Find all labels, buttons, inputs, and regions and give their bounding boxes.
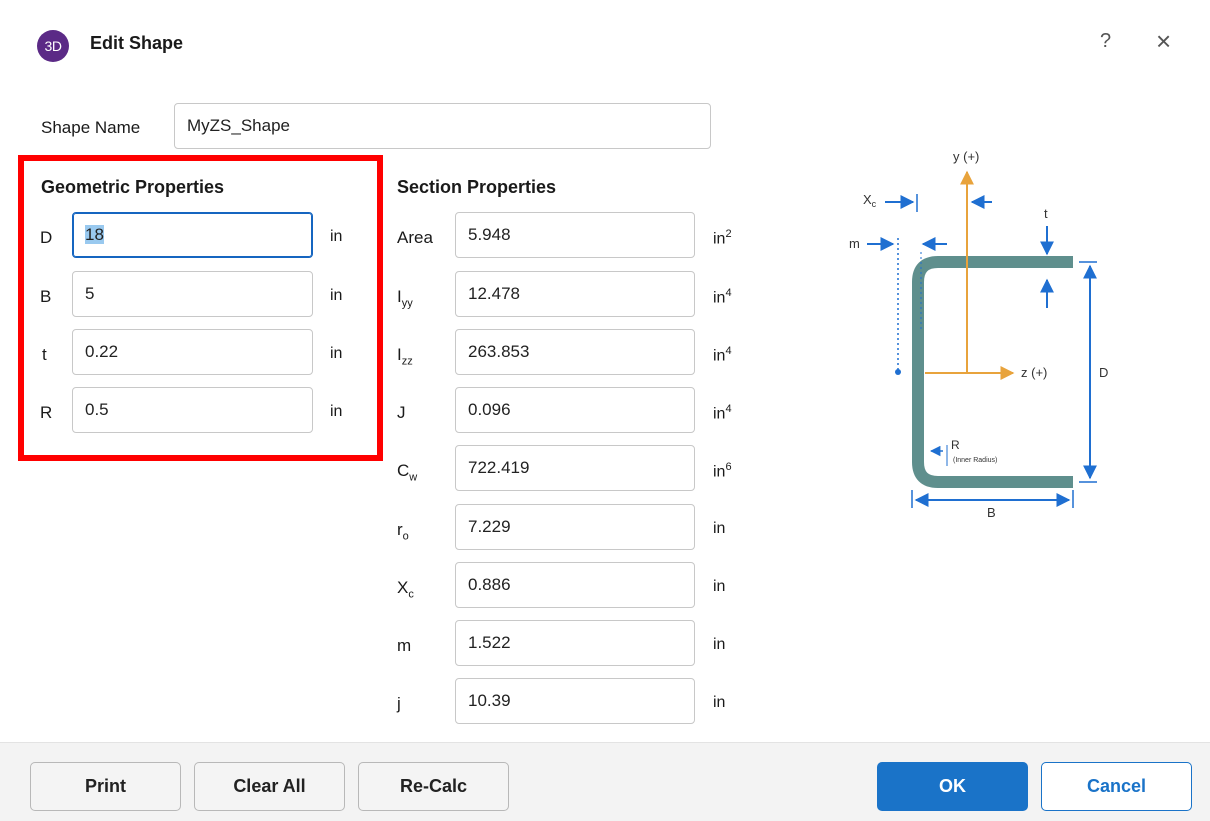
section-properties-title: Section Properties [397,177,557,197]
help-icon[interactable]: ? [1100,30,1111,53]
j-torsion-input[interactable]: 0.096 [455,387,695,433]
ok-button[interactable]: OK [877,762,1028,811]
ro-input[interactable]: 7.229 [455,504,695,550]
dialog-title: Edit Shape [90,33,184,53]
m-dim-label: m [849,236,860,251]
y-axis-label: y (+) [953,149,979,164]
m-input[interactable]: 1.522 [455,620,695,666]
print-button[interactable]: Print [30,762,181,811]
recalc-button[interactable]: Re-Calc [358,762,509,811]
area-label: Area [397,228,433,247]
edit-shape-dialog: 3D Edit Shape ? × Shape Name MyZS_Shape … [0,0,1210,821]
title-bar: 3D Edit Shape ? × [0,0,1210,90]
dialog-footer: Print Clear All Re-Calc OK Cancel [0,742,1210,821]
cw-unit: in6 [713,461,732,481]
z-axis-label: z (+) [1021,365,1047,380]
ro-label: ro [397,520,409,543]
m-label: m [397,636,412,655]
d-dim-label: D [1099,365,1108,380]
t-dim-label: t [1044,206,1048,221]
geometric-highlight-box [18,155,383,461]
ro-unit: in [713,520,726,537]
iyy-label: Iyy [397,287,413,310]
izz-input[interactable]: 263.853 [455,329,695,375]
area-input[interactable]: 5.948 [455,212,695,258]
iyy-input[interactable]: 12.478 [455,271,695,317]
iyy-unit: in4 [713,287,732,307]
clear-all-button[interactable]: Clear All [194,762,345,811]
area-unit: in2 [713,228,732,248]
close-icon[interactable]: × [1156,28,1171,54]
izz-unit: in4 [713,345,732,365]
xc-dim-label: Xc [863,192,877,209]
cw-label: Cw [397,461,418,484]
b-dim-label: B [987,505,996,520]
shape-name-input[interactable]: MyZS_Shape [174,103,711,149]
xc-label: Xc [397,578,414,601]
j-unit: in [713,694,726,711]
j-torsion-label: J [397,403,406,422]
shape-name-label: Shape Name [41,118,141,137]
j-torsion-unit: in4 [713,403,732,423]
xc-unit: in [713,578,726,595]
m-unit: in [713,636,726,653]
j-input[interactable]: 10.39 [455,678,695,724]
r-dim-note: (Inner Radius) [953,457,997,464]
xc-input[interactable]: 0.886 [455,562,695,608]
cancel-button[interactable]: Cancel [1041,762,1192,811]
cw-input[interactable]: 722.419 [455,445,695,491]
channel-section-diagram: y (+) z (+) Xc m t D B R (Inner Radius) [849,149,1108,520]
r-dim-label: R [951,438,960,452]
izz-label: Izz [397,345,413,368]
app-logo-icon: 3D [37,30,69,62]
j-label: j [397,694,401,713]
